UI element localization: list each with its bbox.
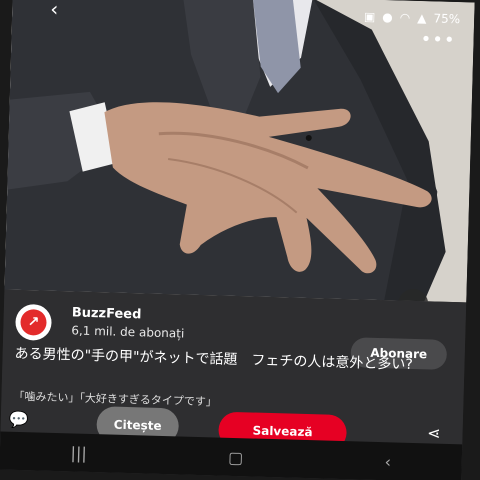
recent-apps-icon[interactable]: ||| [70, 443, 87, 462]
back-button[interactable]: ‹ [50, 0, 59, 21]
signal-icon: ▲ [417, 10, 427, 26]
battery-label: 75% [433, 11, 461, 27]
back-icon[interactable]: ‹ [384, 452, 391, 471]
device-frame: ‹ ▣ ● ◠ ▲ 75% ••• ⌕ ↗ BuzzFeed 6,1 mil. … [0, 0, 480, 480]
status-bar: ▣ ● ◠ ▲ 75% [364, 9, 461, 26]
subscriber-count: 6,1 mil. de abonați [71, 323, 185, 341]
pin-image[interactable]: ‹ ▣ ● ◠ ▲ 75% ••• ⌕ [4, 0, 475, 303]
pin-details: ↗ BuzzFeed 6,1 mil. de abonați Abonare あ… [0, 289, 467, 480]
wifi-icon: ◠ [399, 10, 411, 25]
trending-arrow-icon: ↗ [20, 308, 47, 336]
phone-screen: ‹ ▣ ● ◠ ▲ 75% ••• ⌕ ↗ BuzzFeed 6,1 mil. … [0, 0, 475, 480]
more-dots-icon: ••• [420, 29, 456, 52]
more-options-button[interactable]: ••• [420, 29, 455, 51]
home-icon[interactable]: ▢ [228, 447, 244, 466]
share-icon: ⋖ [426, 423, 441, 443]
suit-hand-photo [4, 0, 475, 303]
photo-icon: ▣ [363, 9, 376, 24]
comment-button[interactable]: 💬 [9, 410, 29, 430]
account-name[interactable]: BuzzFeed [72, 305, 142, 322]
location-icon: ● [382, 9, 393, 25]
avatar[interactable]: ↗ [15, 303, 53, 341]
chevron-left-icon: ‹ [49, 0, 59, 21]
share-button[interactable]: ⋖ [427, 423, 441, 442]
comment-bubble-icon: 💬 [8, 409, 29, 430]
